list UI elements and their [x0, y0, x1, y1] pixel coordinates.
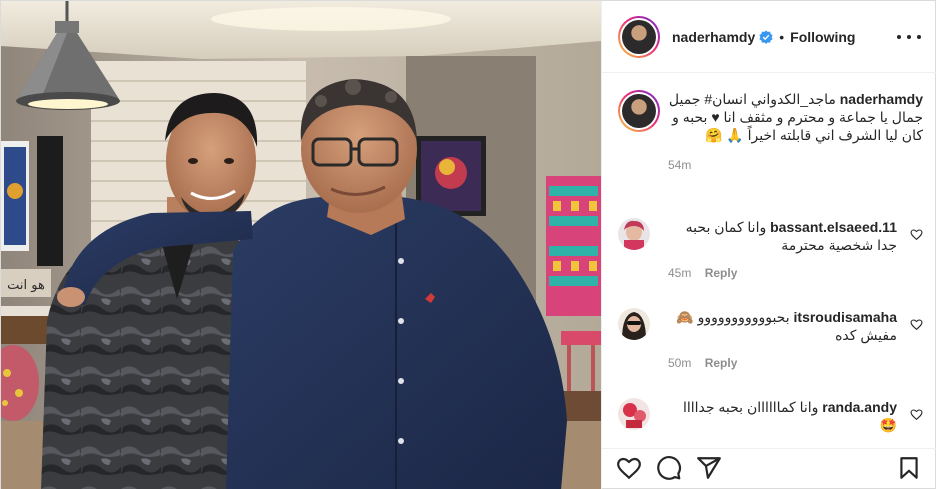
verified-badge-icon	[759, 29, 773, 44]
comment-timestamp[interactable]: 50m	[668, 356, 691, 370]
commenter-avatar[interactable]	[618, 398, 650, 430]
comment-username[interactable]: randa.andy	[822, 399, 897, 415]
post-photo[interactable]: هو انت	[1, 1, 601, 489]
comments-list[interactable]: naderhamdy ماجد_الكدواني انسان# جميل جما…	[602, 74, 936, 447]
instagram-post: هو انت naderhamdy • Following naderhamdy…	[0, 0, 936, 489]
comment-username[interactable]: bassant.elsaeed.11	[770, 219, 897, 235]
heart-outline-icon[interactable]	[910, 408, 923, 421]
comment-timestamp[interactable]: 45m	[668, 266, 691, 280]
following-button[interactable]: Following	[790, 29, 855, 45]
author-avatar[interactable]	[618, 15, 660, 58]
comment-item: bassant.elsaeed.11 وانا كمان بحبه جدا شخ…	[618, 218, 923, 280]
comment-item: itsroudisamaha بحبووووووووووو 🙈 مفيش كده…	[618, 308, 923, 370]
paper-plane-icon[interactable]	[696, 455, 722, 481]
header-separator: •	[779, 28, 785, 45]
more-options-icon[interactable]	[897, 27, 921, 47]
author-username[interactable]: naderhamdy	[672, 29, 755, 45]
post-header: naderhamdy • Following	[602, 1, 936, 73]
comment-item: randa.andy وانا كماااااان بحبه جداااا 🤩	[618, 398, 923, 434]
comment-icon[interactable]	[656, 455, 682, 481]
bookmark-icon[interactable]	[896, 455, 922, 481]
comment-username[interactable]: itsroudisamaha	[794, 309, 897, 325]
commenter-avatar[interactable]	[618, 308, 650, 340]
wall-sign-text: هو انت	[7, 278, 45, 293]
post-actions	[602, 448, 936, 489]
caption-username[interactable]: naderhamdy	[840, 91, 923, 107]
heart-outline-icon[interactable]	[910, 228, 923, 241]
caption-timestamp[interactable]: 54m	[668, 158, 923, 172]
reply-button[interactable]: Reply	[705, 266, 738, 280]
heart-outline-icon[interactable]	[616, 455, 642, 481]
caption-avatar[interactable]	[618, 90, 660, 132]
heart-outline-icon[interactable]	[910, 318, 923, 331]
reply-button[interactable]: Reply	[705, 356, 738, 370]
post-caption: naderhamdy ماجد_الكدواني انسان# جميل جما…	[618, 90, 923, 172]
post-sidebar: naderhamdy • Following naderhamdy ماجد_ا…	[601, 1, 936, 489]
commenter-avatar[interactable]	[618, 218, 650, 250]
